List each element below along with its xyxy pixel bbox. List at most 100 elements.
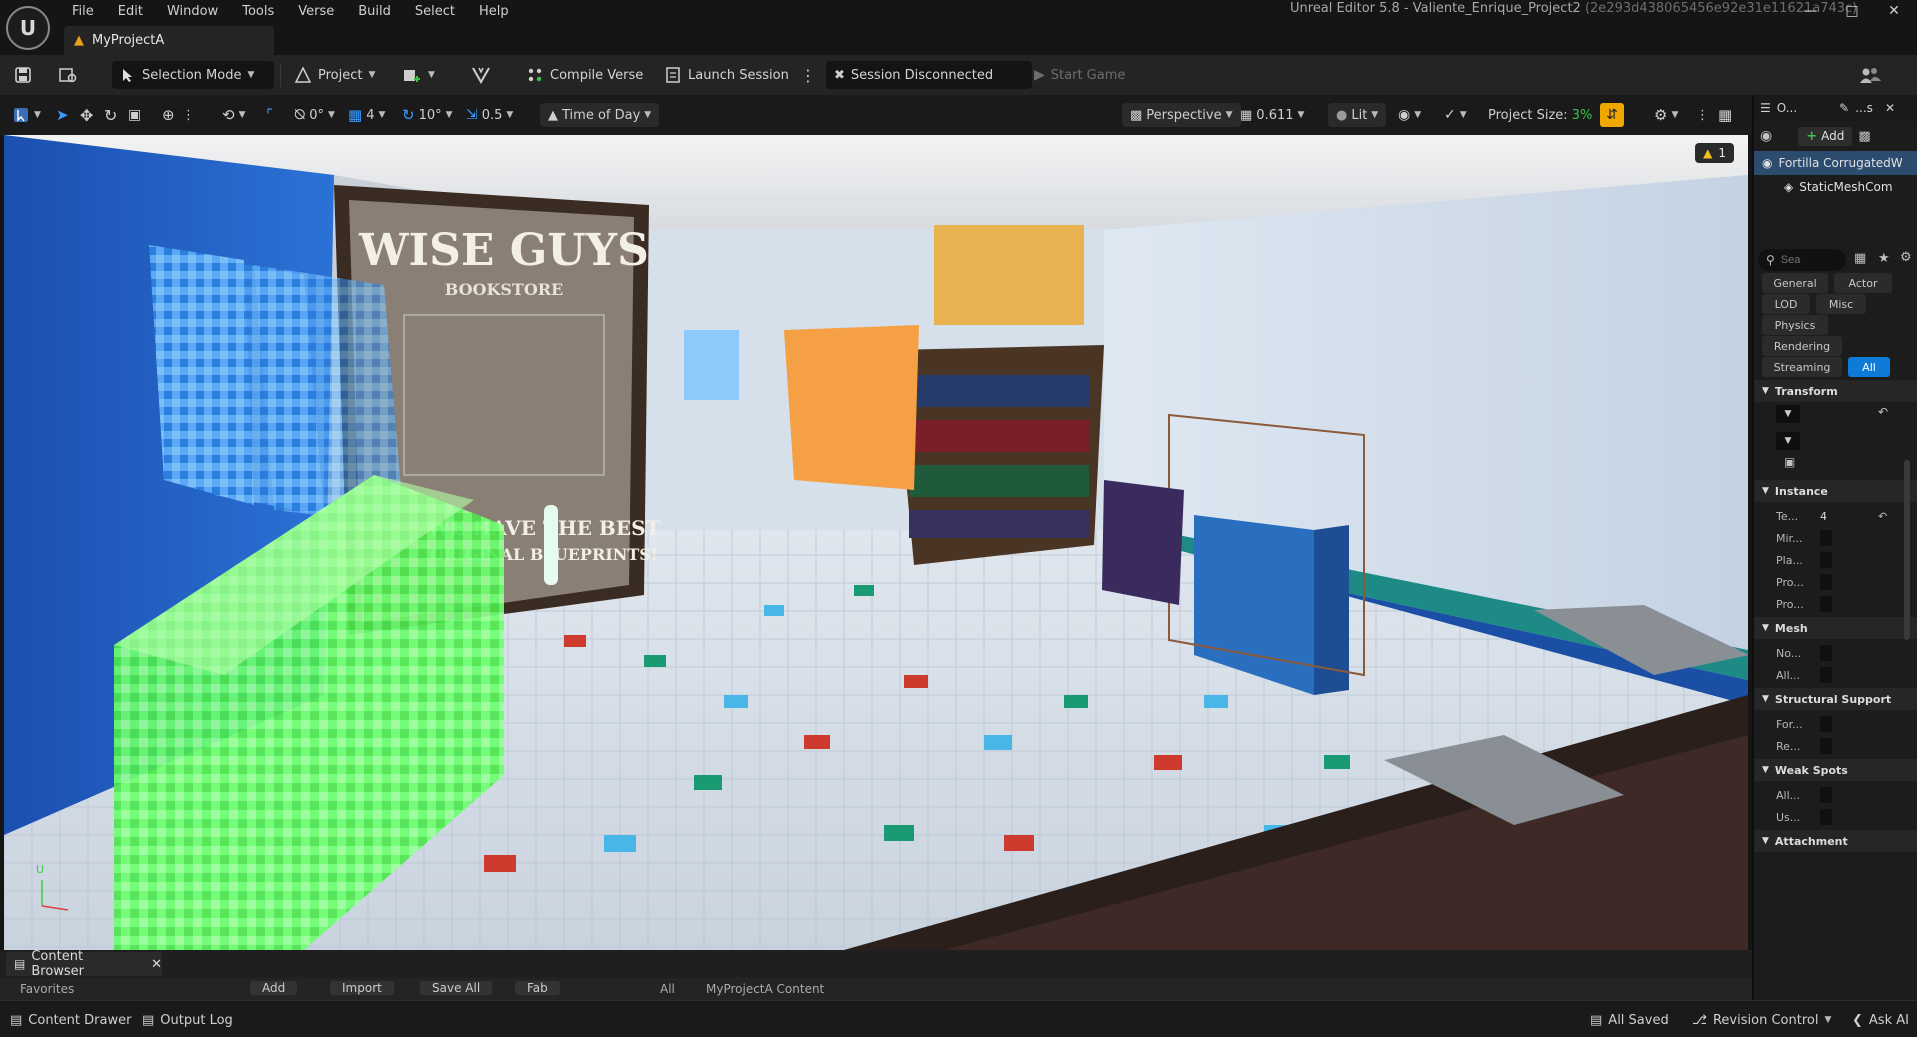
angle-snap-dropdown[interactable]: ↻ 10° ▼ (402, 103, 453, 127)
poster[interactable] (934, 225, 1084, 325)
checkbox[interactable] (1820, 667, 1832, 683)
section-transform[interactable]: ▼ Transform (1754, 380, 1917, 402)
instance-prop-row[interactable]: Pla... (1754, 549, 1917, 571)
viewport-settings-dropdown[interactable]: ⚙ ▼ (1654, 103, 1678, 127)
blueprint-icon[interactable]: ▩ (1858, 129, 1870, 144)
structural-prop-row[interactable]: Re... (1754, 735, 1917, 757)
minimize-button[interactable]: — (1790, 0, 1830, 22)
content-browser-tab[interactable]: ▤ Content Browser ✕ (6, 949, 162, 979)
instance-prop-row[interactable]: Pro... (1754, 571, 1917, 593)
favorites-item[interactable]: Favorites (20, 982, 74, 996)
section-weak-spots[interactable]: ▼ Weak Spots (1754, 759, 1917, 781)
snap-toggle-icon[interactable]: ⌜ (266, 103, 273, 127)
start-game-button[interactable]: ▶ Start Game (1034, 61, 1125, 89)
instance-prop-row[interactable]: Pro... (1754, 593, 1917, 615)
save-icon[interactable] (14, 61, 32, 89)
view-mode-dropdown[interactable]: ● Lit ▼ (1328, 103, 1387, 127)
menu-verse[interactable]: Verse (286, 2, 346, 21)
menu-build[interactable]: Build (346, 2, 403, 21)
table-view-icon[interactable]: ▦ (1854, 251, 1866, 266)
add-button[interactable]: + Add (1798, 126, 1853, 146)
time-of-day-dropdown[interactable]: ▲ Time of Day ▼ (540, 103, 660, 127)
outliner-item-component[interactable]: ◈ StaticMeshCom (1754, 175, 1917, 199)
warning-badge[interactable]: ▲ 1 (1695, 143, 1734, 163)
select-tool-dropdown[interactable]: ▼ (12, 103, 41, 127)
more-options-icon[interactable]: ⋮ (1696, 103, 1709, 127)
grid-snap-dropdown[interactable]: ▦ 4 ▼ (348, 103, 385, 127)
lock-icon[interactable]: ▣ (1784, 455, 1795, 469)
checkbox[interactable] (1820, 530, 1832, 546)
orange-booth[interactable] (784, 325, 919, 490)
more-options-icon[interactable]: ⋮ (800, 61, 816, 89)
menu-window[interactable]: Window (155, 2, 230, 21)
weak-spot-prop-row[interactable]: Us... (1754, 806, 1917, 828)
close-icon[interactable]: ✕ (151, 957, 162, 972)
unreal-logo-icon[interactable]: U (6, 6, 50, 50)
section-mesh[interactable]: ▼ Mesh (1754, 617, 1917, 639)
breadcrumb-content[interactable]: MyProjectA Content (706, 982, 824, 996)
instance-prop-row[interactable]: Mir... (1754, 527, 1917, 549)
close-icon[interactable]: ✕ (1885, 101, 1895, 115)
cb-save-all-button[interactable]: Save All (420, 981, 493, 995)
menu-select[interactable]: Select (403, 2, 467, 21)
filter-misc[interactable]: Misc (1816, 294, 1866, 314)
outliner-tab[interactable]: O... (1777, 101, 1797, 115)
location-dropdown[interactable]: ▼ (1776, 405, 1800, 423)
browse-icon[interactable] (58, 61, 78, 89)
compile-verse-button[interactable]: Compile Verse (526, 61, 643, 89)
all-saved-indicator[interactable]: ▤ All Saved (1590, 1009, 1669, 1031)
world-space-icon[interactable]: ⊕ (162, 103, 175, 127)
scale-snap-dropdown[interactable]: ⇲ 0.5 ▼ (466, 103, 513, 127)
performance-dropdown[interactable]: ✓ ▼ (1444, 103, 1467, 127)
checkbox[interactable] (1820, 738, 1832, 754)
users-icon[interactable] (1858, 61, 1884, 89)
project-size-toggle-icon[interactable]: ⇵ (1600, 103, 1624, 127)
checkbox[interactable] (1820, 787, 1832, 803)
star-icon[interactable]: ★ (1878, 251, 1890, 266)
menu-file[interactable]: File (60, 2, 106, 21)
output-log-button[interactable]: ▤ Output Log (142, 1009, 233, 1031)
checkbox[interactable] (1820, 645, 1832, 661)
weak-spot-prop-row[interactable]: All... (1754, 784, 1917, 806)
selection-mode-dropdown[interactable]: Selection Mode ▼ (112, 61, 274, 89)
search-input[interactable] (1778, 253, 1833, 267)
bookshelf[interactable] (894, 345, 1104, 565)
filter-streaming[interactable]: Streaming (1762, 357, 1842, 377)
translate-icon[interactable]: ✥ (80, 103, 93, 127)
instance-prop-row[interactable]: Te... 4 ↶ (1754, 505, 1917, 527)
show-flags-dropdown[interactable]: ◉ ▼ (1398, 103, 1421, 127)
section-structural-support[interactable]: ▼ Structural Support (1754, 688, 1917, 710)
filter-actor[interactable]: Actor (1834, 273, 1892, 293)
checkbox[interactable] (1820, 552, 1832, 568)
session-status[interactable]: ✖ Session Disconnected (826, 61, 1032, 89)
menu-help[interactable]: Help (467, 2, 521, 21)
checkbox[interactable] (1820, 716, 1832, 732)
structural-prop-row[interactable]: For... (1754, 713, 1917, 735)
display-case[interactable] (684, 330, 739, 400)
menu-edit[interactable]: Edit (106, 2, 155, 21)
filter-general[interactable]: General (1762, 273, 1828, 293)
scale-icon[interactable]: ▣ (128, 103, 141, 127)
checkbox[interactable] (1820, 809, 1832, 825)
rotate-snap-dropdown[interactable]: ⦰ 0° ▼ (294, 103, 335, 127)
rotate-icon[interactable]: ↻ (104, 103, 117, 127)
mesh-prop-row[interactable]: All... (1754, 664, 1917, 686)
ask-ai-button[interactable]: ❮ Ask AI (1852, 1009, 1909, 1031)
content-drawer-button[interactable]: ▤ Content Drawer (10, 1009, 131, 1031)
filter-lod[interactable]: LOD (1762, 294, 1810, 314)
project-dropdown[interactable]: Project ▼ (294, 61, 375, 89)
verse-icon[interactable] (470, 61, 492, 89)
checkbox[interactable] (1820, 596, 1832, 612)
reset-icon[interactable]: ↶ (1878, 405, 1888, 419)
close-button[interactable]: ✕ (1874, 0, 1914, 22)
section-instance[interactable]: ▼ Instance (1754, 480, 1917, 502)
section-attachment[interactable]: ▼ Attachment (1754, 830, 1917, 852)
project-tab[interactable]: ▲ MyProjectA (64, 26, 274, 55)
scene-render[interactable]: WISE GUYS BOOKSTORE WE HAVE THE BEST ORI… (4, 135, 1748, 950)
surface-snap-dropdown[interactable]: ⟲ ▼ (222, 103, 246, 127)
camera-speed-dropdown[interactable]: ▦ 0.611 ▼ (1240, 103, 1304, 127)
mesh-prop-row[interactable]: No... (1754, 642, 1917, 664)
breadcrumb-all[interactable]: All (660, 982, 675, 996)
cb-import-button[interactable]: Import (330, 981, 394, 995)
perspective-dropdown[interactable]: ▩ Perspective ▼ (1122, 103, 1241, 127)
